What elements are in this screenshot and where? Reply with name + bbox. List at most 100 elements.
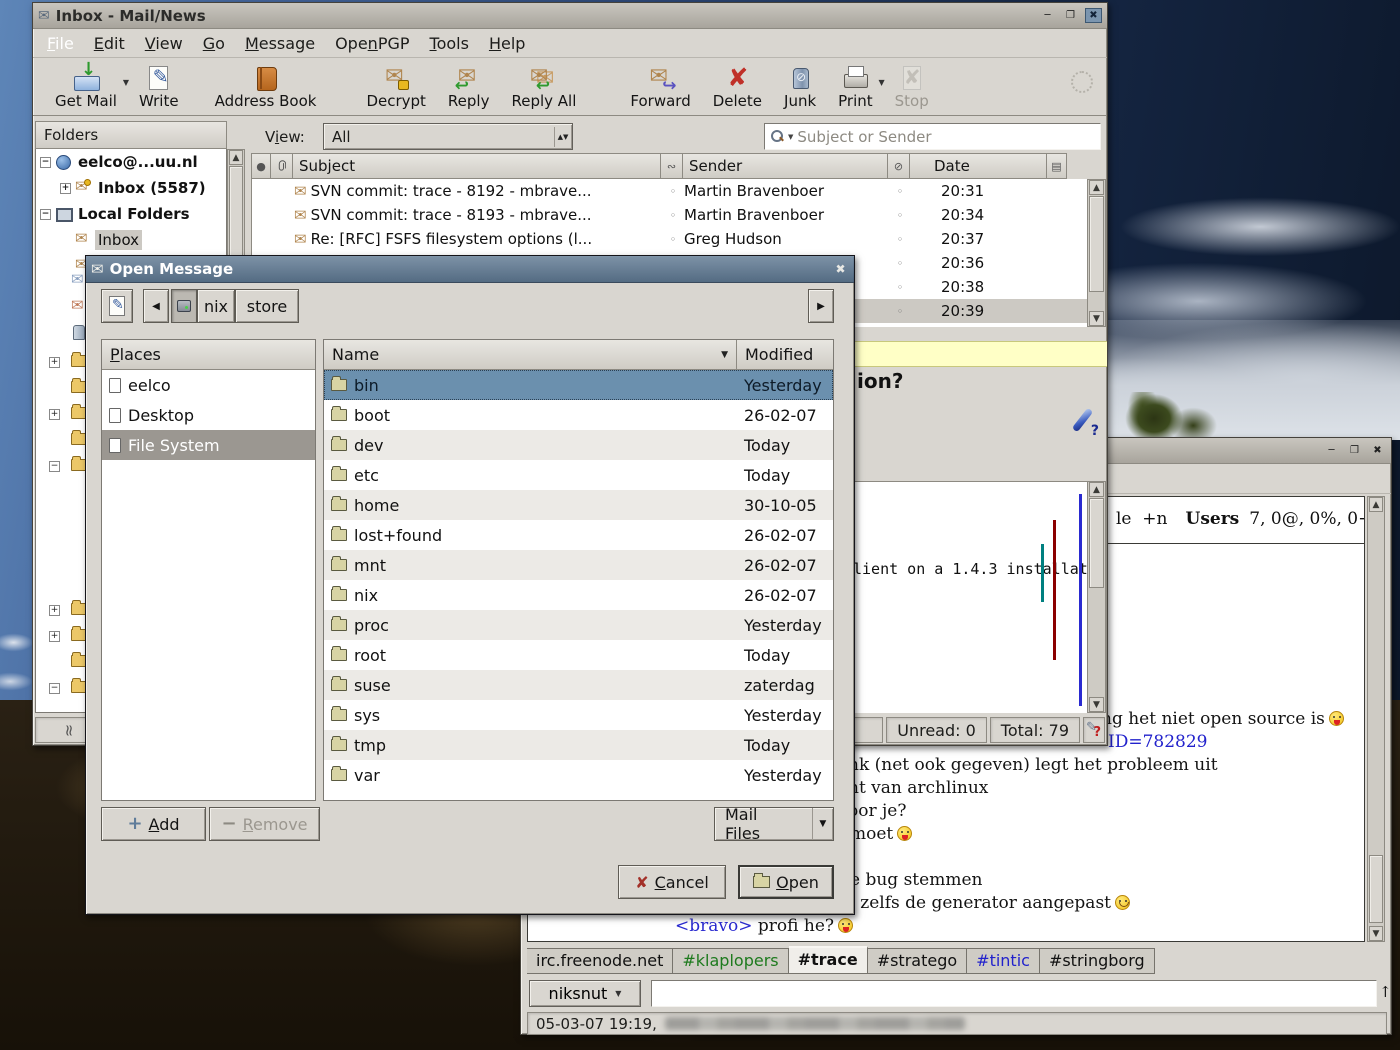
file-row[interactable]: sys Yesterday [324, 700, 833, 730]
minimize-icon[interactable]: ─ [1323, 443, 1340, 458]
scrollbar-thumb[interactable] [1369, 855, 1383, 923]
breadcrumb-root-button[interactable] [171, 289, 197, 323]
scroll-up-icon[interactable]: ▲ [1089, 180, 1104, 195]
junk-dot-icon[interactable]: ◦ [889, 185, 911, 198]
message-row[interactable]: ✉Re: [RFC] FSFS filesystem options (l...… [252, 227, 1087, 251]
file-row[interactable]: etc Today [324, 460, 833, 490]
junk-dot-icon[interactable]: ◦ [889, 257, 911, 270]
thread-column-icon[interactable]: ∾ [661, 153, 683, 179]
folder-tree-item[interactable]: + Inbox (5587) [36, 175, 226, 201]
toolbar-button[interactable]: Stop [887, 62, 937, 111]
toolbar-button[interactable]: Reply All [503, 62, 584, 111]
maximize-icon[interactable]: ❐ [1062, 8, 1079, 23]
scroll-up-icon[interactable]: ▲ [1369, 497, 1383, 512]
junk-dot-icon[interactable]: ◦ [889, 209, 911, 222]
column-picker-icon[interactable]: ▤ [1047, 153, 1067, 179]
chevron-down-icon[interactable]: ▼ [879, 78, 885, 87]
remove-button[interactable]: −Remove [209, 807, 320, 841]
places-item[interactable]: Desktop [102, 400, 315, 430]
message-row[interactable]: ✉SVN commit: trace - 8193 - mbrave... ◦ … [252, 203, 1087, 227]
menu-item[interactable]: OpenPGP [325, 31, 419, 56]
places-item[interactable]: eelco [102, 370, 315, 400]
folder-tree-item[interactable]: − Local Folders [36, 201, 226, 227]
minimize-icon[interactable]: ─ [1039, 8, 1056, 23]
quick-search[interactable]: ▼ Subject or Sender [764, 123, 1101, 150]
attachment-column-icon[interactable] [271, 153, 293, 179]
cancel-button[interactable]: ✘Cancel [618, 865, 726, 899]
message-list-scrollbar[interactable]: ▲ ▼ [1087, 179, 1106, 327]
menu-item[interactable]: Edit [84, 31, 135, 56]
toolbar-button[interactable]: Forward [622, 62, 698, 111]
close-icon[interactable]: ✖ [1085, 8, 1102, 23]
irc-message-input[interactable] [651, 980, 1377, 1007]
toolbar-button[interactable]: Delete [705, 62, 770, 111]
places-item[interactable]: File System [102, 430, 315, 460]
junk-column-icon[interactable]: ⊘ [888, 153, 910, 179]
tree-expander-icon[interactable]: − [40, 157, 51, 168]
toolbar-button[interactable]: ▼ Get Mail [47, 62, 125, 111]
file-row[interactable]: mnt 26-02-07 [324, 550, 833, 580]
type-filename-button[interactable] [101, 289, 133, 323]
scroll-down-icon[interactable]: ▼ [1089, 697, 1104, 712]
pgp-status-icon[interactable] [1083, 717, 1105, 743]
close-icon[interactable]: ✖ [832, 262, 849, 277]
scrollbar-thumb[interactable] [1089, 498, 1104, 588]
breadcrumb-nix[interactable]: nix [197, 289, 235, 323]
menu-item[interactable]: Message [235, 31, 325, 56]
junk-dot-icon[interactable]: ◦ [889, 233, 911, 246]
file-row[interactable]: tmp Today [324, 730, 833, 760]
mail-titlebar[interactable]: ✉ Inbox - Mail/News ─ ❐ ✖ [33, 3, 1107, 29]
menu-item[interactable]: File [37, 31, 84, 56]
file-row[interactable]: home 30-10-05 [324, 490, 833, 520]
places-header[interactable]: Places [102, 340, 315, 370]
toolbar-button[interactable]: Write [131, 62, 187, 111]
breadcrumb-store[interactable]: store [235, 289, 299, 323]
folder-tree-item[interactable]: Inbox [36, 227, 226, 253]
close-icon[interactable]: ✖ [1369, 443, 1386, 458]
scrollbar-thumb[interactable] [1089, 196, 1104, 292]
folder-tree-item[interactable]: − eelco@...uu.nl [36, 149, 226, 175]
file-row[interactable]: var Yesterday [324, 760, 833, 790]
sender-column-header[interactable]: Sender [683, 153, 888, 179]
body-scrollbar[interactable]: ▲ ▼ [1087, 481, 1106, 713]
irc-scrollbar[interactable]: ▲ ▼ [1367, 496, 1385, 942]
name-column-header[interactable]: Name▼ [324, 340, 737, 370]
maximize-icon[interactable]: ❐ [1346, 443, 1363, 458]
channel-tab[interactable]: #klaplopers [673, 948, 788, 974]
file-row[interactable]: proc Yesterday [324, 610, 833, 640]
channel-tab[interactable]: #stratego [868, 948, 967, 974]
date-column-header[interactable]: Date [910, 153, 1047, 179]
file-row[interactable]: suse zaterdag [324, 670, 833, 700]
channel-tab[interactable]: #tintic [967, 948, 1040, 974]
menu-item[interactable]: Tools [420, 31, 479, 56]
menu-item[interactable]: View [135, 31, 193, 56]
file-row[interactable]: root Today [324, 640, 833, 670]
chevron-down-icon[interactable]: ▼ [123, 78, 129, 87]
file-row[interactable]: dev Today [324, 430, 833, 460]
file-filter-dropdown[interactable]: Mail Files ▼ [714, 807, 834, 841]
nick-selector[interactable]: niksnut ▼ [529, 980, 641, 1007]
channel-tab[interactable]: #trace [789, 946, 868, 974]
toolbar-button[interactable]: Reply [440, 62, 498, 111]
toolbar-button[interactable]: Address Book [207, 62, 325, 111]
breadcrumb-forward-button[interactable]: ▶ [808, 289, 834, 323]
junk-dot-icon[interactable]: ◦ [889, 281, 911, 294]
toolbar-button[interactable]: Junk [776, 62, 824, 111]
subject-column-header[interactable]: Subject [293, 153, 661, 179]
tree-expander-icon[interactable]: − [40, 209, 51, 220]
scroll-down-icon[interactable]: ▼ [1089, 311, 1104, 326]
scroll-up-icon[interactable]: ▲ [229, 150, 243, 165]
view-combobox[interactable]: All ▲▼ [323, 123, 573, 150]
menu-item[interactable]: Go [193, 31, 235, 56]
history-up-icon[interactable]: ↑ [1379, 983, 1392, 1001]
folders-pane-header[interactable]: Folders [35, 121, 227, 149]
dialog-titlebar[interactable]: ✉ Open Message ✖ [86, 256, 854, 283]
scroll-up-icon[interactable]: ▲ [1089, 482, 1104, 497]
menu-item[interactable]: Help [479, 31, 535, 56]
scroll-down-icon[interactable]: ▼ [1369, 926, 1383, 941]
channel-tab[interactable]: #stringborg [1040, 948, 1155, 974]
breadcrumb-back-button[interactable]: ◀ [143, 289, 169, 323]
add-button[interactable]: +Add [101, 807, 206, 841]
file-row[interactable]: bin Yesterday [324, 370, 833, 400]
toolbar-button[interactable]: ▼ Print [830, 62, 881, 111]
